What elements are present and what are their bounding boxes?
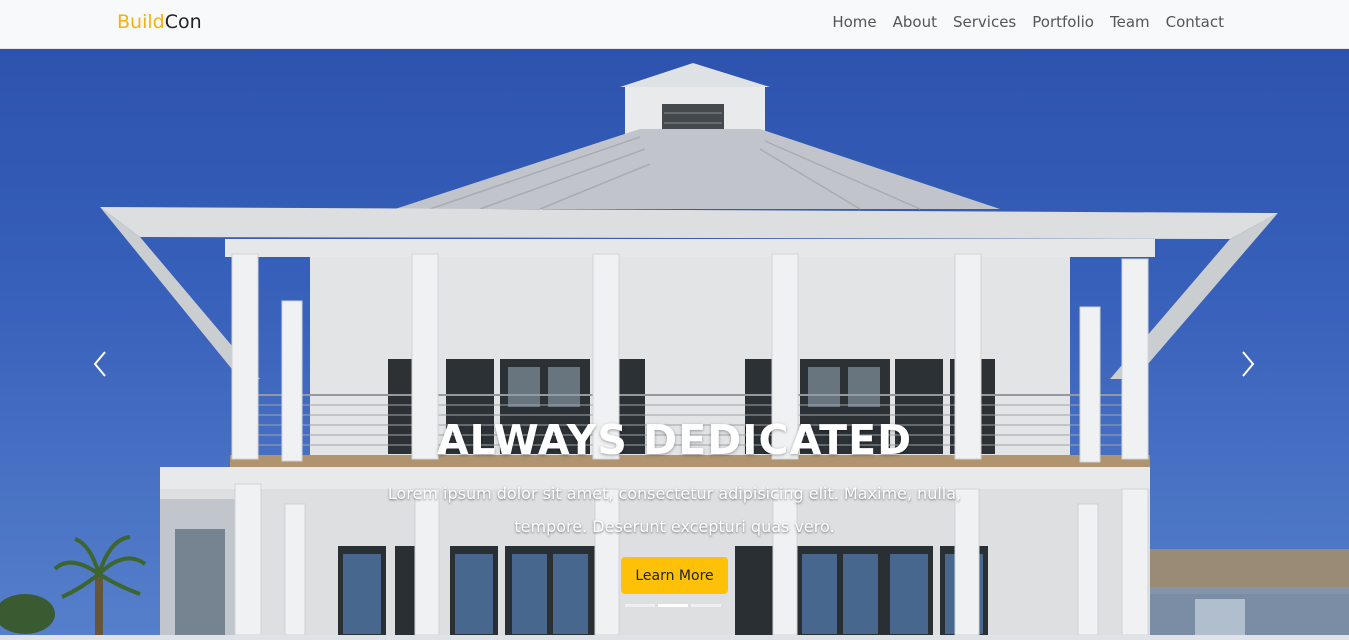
nav-item-contact[interactable]: Contact (1166, 12, 1224, 32)
nav-item-portfolio[interactable]: Portfolio (1032, 12, 1094, 32)
chevron-left-icon (93, 351, 106, 377)
page-bottom-strip (0, 635, 1349, 640)
carousel-indicators (625, 604, 721, 607)
chevron-right-icon (1242, 351, 1255, 377)
hero-house-image (0, 49, 1349, 635)
carousel-indicator-3[interactable] (691, 604, 721, 607)
nav-menu: Home About Services Portfolio Team Conta… (816, 12, 1224, 32)
brand-logo[interactable]: BuildCon (117, 11, 202, 33)
carousel-indicator-1[interactable] (625, 604, 655, 607)
hero-title: ALWAYS DEDICATED (436, 416, 913, 464)
hero-text: Lorem ipsum dolor sit amet, consectetur … (387, 484, 962, 536)
nav-item-home[interactable]: Home (832, 12, 876, 32)
navbar: BuildCon Home About Services Portfolio T… (0, 0, 1349, 49)
carousel-prev-button[interactable] (89, 349, 113, 379)
carousel-next-button[interactable] (1235, 349, 1259, 379)
brand-part-1: Build (117, 11, 165, 33)
brand-part-2: Con (164, 11, 202, 33)
nav-item-team[interactable]: Team (1110, 12, 1150, 32)
nav-item-about[interactable]: About (893, 12, 937, 32)
hero-carousel (0, 49, 1349, 635)
hero-caption: ALWAYS DEDICATED Lorem ipsum dolor sit a… (0, 413, 1349, 543)
nav-item-services[interactable]: Services (953, 12, 1016, 32)
learn-more-button[interactable]: Learn More (621, 557, 728, 594)
carousel-indicator-2[interactable] (658, 604, 688, 607)
